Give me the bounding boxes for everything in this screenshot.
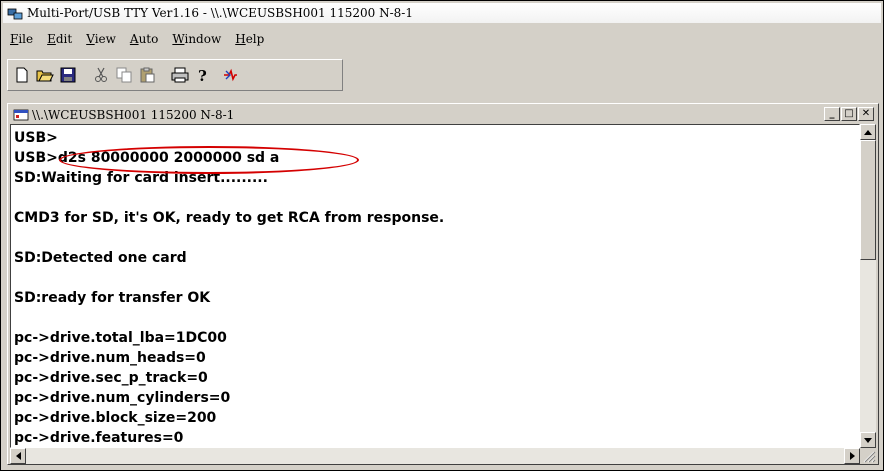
vertical-scroll-thumb[interactable] (860, 140, 876, 260)
menu-window[interactable]: Window (165, 32, 228, 46)
terminal-title: \\.\WCEUSBSH001 115200 N-8-1 (32, 108, 235, 122)
annotation-ellipse (59, 146, 359, 174)
maximize-button[interactable]: □ (841, 107, 857, 121)
terminal-line: USB> (14, 130, 58, 146)
app-title: Multi-Port/USB TTY Ver1.16 - \\.\WCEUSBS… (27, 6, 413, 20)
menu-file[interactable]: File (3, 32, 40, 46)
minimize-button[interactable]: _ (824, 107, 840, 121)
help-icon[interactable]: ? (192, 64, 214, 86)
print-icon[interactable] (169, 64, 191, 86)
scroll-down-icon[interactable] (860, 432, 876, 448)
horizontal-scrollbar[interactable] (10, 448, 860, 464)
terminal-line: pc->drive.block_size=200 (14, 410, 217, 426)
terminal-output[interactable]: USB> USB>d2s 80000000 2000000 sd a SD:Wait… (10, 124, 860, 448)
size-grip-icon[interactable] (860, 448, 876, 464)
terminal-line: pc->drive.sec_p_track=0 (14, 370, 208, 386)
vertical-scrollbar[interactable] (860, 124, 876, 448)
app-window: Multi-Port/USB TTY Ver1.16 - \\.\WCEUSBS… (0, 0, 884, 471)
paste-icon[interactable] (136, 64, 158, 86)
menubar: File Edit View Auto Window Help (3, 29, 271, 49)
app-titlebar[interactable]: Multi-Port/USB TTY Ver1.16 - \\.\WCEUSBS… (3, 3, 881, 23)
terminal-line: pc->drive.num_cylinders=0 (14, 390, 231, 406)
scroll-right-icon[interactable] (844, 448, 860, 464)
svg-text:?: ? (198, 67, 207, 83)
close-button[interactable]: ✕ (858, 107, 874, 121)
new-icon[interactable] (11, 64, 33, 86)
app-icon (7, 6, 23, 20)
terminal-line: pc->drive.num_heads=0 (14, 350, 206, 366)
connect-icon[interactable] (219, 64, 241, 86)
terminal-line: pc->drive.total_lba=1DC00 (14, 330, 227, 346)
open-icon[interactable] (34, 64, 56, 86)
cut-icon[interactable] (90, 64, 112, 86)
save-icon[interactable] (57, 64, 79, 86)
terminal-titlebar[interactable]: \\.\WCEUSBSH001 115200 N-8-1 _ □ ✕ (10, 106, 876, 124)
toolbar: ? (7, 59, 343, 91)
menu-edit[interactable]: Edit (40, 32, 79, 46)
terminal-line: SD:ready for transfer OK (14, 290, 211, 306)
scroll-left-icon[interactable] (10, 448, 26, 464)
menu-view[interactable]: View (79, 32, 123, 46)
copy-icon[interactable] (113, 64, 135, 86)
terminal-window-icon (13, 108, 29, 122)
scroll-up-icon[interactable] (860, 124, 876, 140)
menu-auto[interactable]: Auto (123, 32, 165, 46)
menu-help[interactable]: Help (228, 32, 271, 46)
terminal-line: SD:Detected one card (14, 250, 187, 266)
terminal-window: \\.\WCEUSBSH001 115200 N-8-1 _ □ ✕ USB> U… (7, 103, 879, 465)
terminal-line: pc->drive.features=0 (14, 430, 184, 446)
terminal-line: CMD3 for SD, it's OK, ready to get RCA f… (14, 210, 445, 226)
